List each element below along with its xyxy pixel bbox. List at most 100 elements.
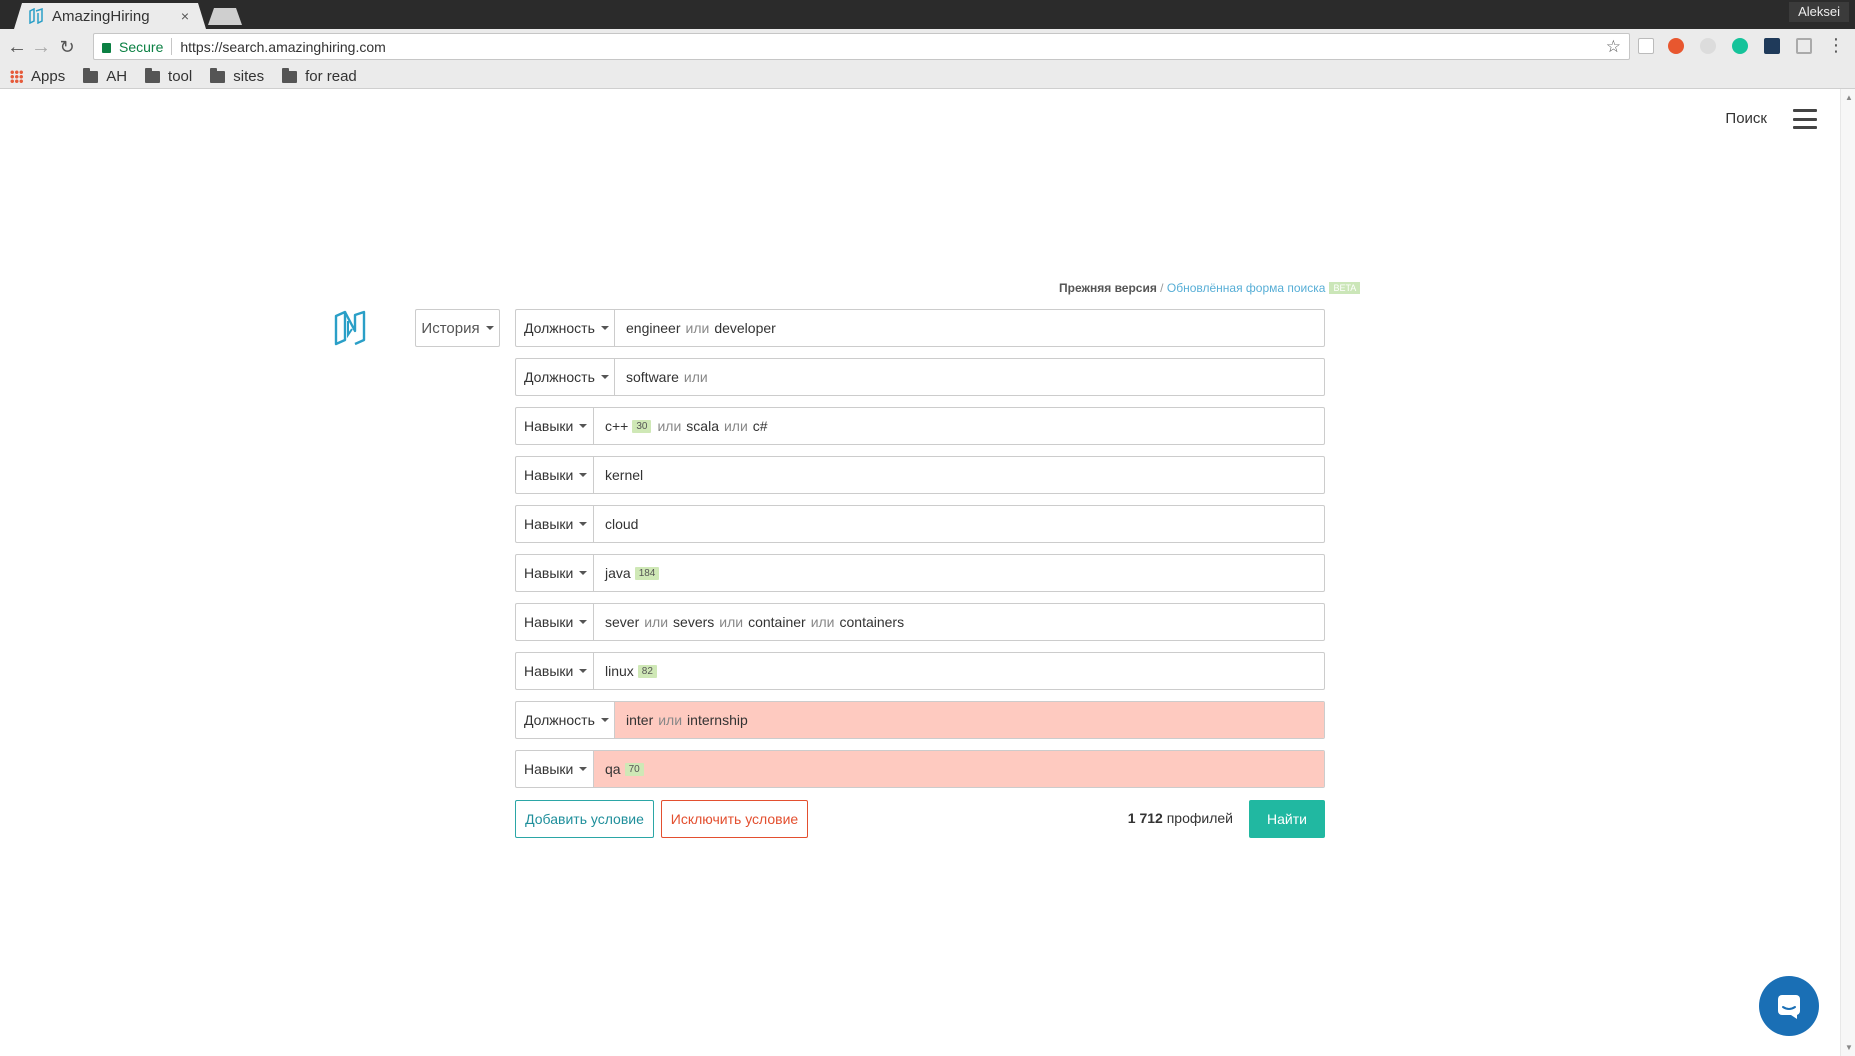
search-term[interactable]: severs: [673, 614, 714, 630]
caret-down-icon: [600, 326, 609, 330]
bookmark-folder-for-read[interactable]: for read: [282, 67, 357, 85]
condition-type-label: Навыки: [524, 418, 574, 434]
condition-type-dropdown[interactable]: Должность: [516, 359, 615, 395]
search-term[interactable]: java: [605, 565, 631, 581]
condition-type-dropdown[interactable]: Должность: [516, 702, 615, 738]
caret-down-icon: [579, 767, 588, 771]
profile-user-name[interactable]: Aleksei: [1789, 2, 1849, 22]
secure-label: Secure: [119, 38, 164, 55]
condition-terms-input[interactable]: qa 70: [594, 751, 1324, 787]
condition-terms-input[interactable]: java 184: [594, 555, 1324, 591]
condition-type-label: Должность: [524, 712, 595, 728]
condition-terms-input[interactable]: sever или severs или container или containers: [594, 604, 1324, 640]
extension-red-icon[interactable]: [1668, 38, 1684, 54]
address-bar[interactable]: Secure https://search.amazinghiring.com …: [93, 33, 1630, 60]
condition-row: Должность engineer или developer: [515, 309, 1325, 347]
caret-down-icon: [485, 326, 494, 330]
or-operator: или: [723, 418, 748, 434]
new-version-link[interactable]: Обновлённая форма поиска: [1167, 281, 1326, 295]
version-switcher: Прежняя версия / Обновлённая форма поиск…: [1059, 281, 1361, 295]
amazinghiring-extension-icon[interactable]: [1796, 38, 1812, 54]
history-dropdown[interactable]: История: [415, 309, 500, 347]
old-version-link[interactable]: Прежняя версия: [1059, 281, 1157, 295]
beta-badge: BETA: [1329, 282, 1361, 294]
bookmark-folder-sites[interactable]: sites: [210, 67, 264, 85]
search-term[interactable]: kernel: [605, 467, 643, 483]
or-operator: или: [644, 614, 669, 630]
condition-type-dropdown[interactable]: Должность: [516, 310, 615, 346]
forward-arrow-icon[interactable]: →: [30, 36, 52, 58]
search-term[interactable]: inter: [626, 712, 653, 728]
nav-search-link[interactable]: Поиск: [1725, 110, 1767, 127]
amazinghiring-logo-icon[interactable]: [333, 309, 367, 347]
search-term[interactable]: scala: [686, 418, 719, 434]
search-term[interactable]: containers: [840, 614, 905, 630]
back-arrow-icon[interactable]: ←: [6, 36, 28, 58]
condition-terms-input[interactable]: cloud: [594, 506, 1324, 542]
browser-menu-icon[interactable]: ⋮: [1827, 34, 1845, 56]
search-term[interactable]: c#: [753, 418, 768, 434]
reload-icon[interactable]: ↻: [56, 36, 78, 58]
search-term[interactable]: engineer: [626, 320, 681, 336]
condition-type-dropdown[interactable]: Навыки: [516, 408, 594, 444]
scroll-down-icon[interactable]: ▼: [1845, 1043, 1853, 1052]
condition-terms-input[interactable]: inter или internship: [615, 702, 1324, 738]
condition-row: Навыки kernel: [515, 456, 1325, 494]
search-term[interactable]: sever: [605, 614, 639, 630]
search-term[interactable]: software: [626, 369, 679, 385]
condition-type-dropdown[interactable]: Навыки: [516, 506, 594, 542]
react-devtools-icon[interactable]: [1764, 38, 1780, 54]
condition-type-dropdown[interactable]: Навыки: [516, 653, 594, 689]
condition-type-dropdown[interactable]: Навыки: [516, 751, 594, 787]
exclude-condition-button[interactable]: Исключить условие: [661, 800, 808, 838]
term-count-badge: 82: [637, 664, 657, 678]
search-term[interactable]: c++: [605, 418, 628, 434]
search-term[interactable]: internship: [687, 712, 748, 728]
browser-tab-active[interactable]: AmazingHiring ×: [14, 3, 206, 29]
browser-toolbar: ← → ↻ Secure https://search.amazinghirin…: [0, 29, 1855, 65]
find-button[interactable]: Найти: [1249, 800, 1325, 838]
search-term[interactable]: qa: [605, 761, 621, 777]
condition-type-label: Навыки: [524, 761, 574, 777]
condition-terms-input[interactable]: engineer или developer: [615, 310, 1324, 346]
search-term[interactable]: linux: [605, 663, 634, 679]
page-scrollbar[interactable]: ▲ ▼: [1840, 89, 1855, 1056]
search-term[interactable]: cloud: [605, 516, 638, 532]
scroll-up-icon[interactable]: ▲: [1845, 93, 1853, 102]
condition-type-label: Навыки: [524, 614, 574, 630]
condition-terms-input[interactable]: linux 82: [594, 653, 1324, 689]
tab-close-icon[interactable]: ×: [174, 8, 196, 24]
search-term[interactable]: container: [748, 614, 806, 630]
or-operator: или: [683, 369, 708, 385]
profiles-word: профилей: [1166, 810, 1233, 826]
apps-grid-icon: [10, 70, 23, 83]
extension-gray-icon[interactable]: [1700, 38, 1716, 54]
condition-type-label: Навыки: [524, 467, 574, 483]
hamburger-icon[interactable]: [1793, 109, 1817, 129]
url-text[interactable]: https://search.amazinghiring.com: [180, 39, 385, 55]
search-term[interactable]: developer: [714, 320, 776, 336]
extension-json-icon[interactable]: [1638, 38, 1654, 54]
condition-terms-input[interactable]: c++ 30 или scala или c#: [594, 408, 1324, 444]
condition-terms-input[interactable]: software или: [615, 359, 1324, 395]
chat-widget-button[interactable]: [1759, 976, 1819, 1036]
grammarly-icon[interactable]: [1732, 38, 1748, 54]
bookmark-folder-ah[interactable]: AH: [83, 67, 127, 85]
new-tab-button[interactable]: [208, 8, 242, 25]
add-condition-button[interactable]: Добавить условие: [515, 800, 654, 838]
bookmark-star-icon[interactable]: ☆: [1606, 37, 1621, 57]
condition-type-dropdown[interactable]: Навыки: [516, 457, 594, 493]
folder-icon: [210, 67, 226, 83]
browser-tab-bar: AmazingHiring × Aleksei: [0, 0, 1855, 29]
condition-row: Должность software или: [515, 358, 1325, 396]
condition-type-dropdown[interactable]: Навыки: [516, 604, 594, 640]
condition-terms-input[interactable]: kernel: [594, 457, 1324, 493]
condition-type-dropdown[interactable]: Навыки: [516, 555, 594, 591]
caret-down-icon: [579, 522, 588, 526]
tab-title: AmazingHiring: [52, 7, 150, 25]
bookmark-folder-tool[interactable]: tool: [145, 67, 192, 85]
lock-icon: [102, 42, 111, 53]
caret-down-icon: [579, 571, 588, 575]
bookmark-apps[interactable]: Apps: [10, 68, 65, 85]
history-label: История: [421, 319, 480, 337]
